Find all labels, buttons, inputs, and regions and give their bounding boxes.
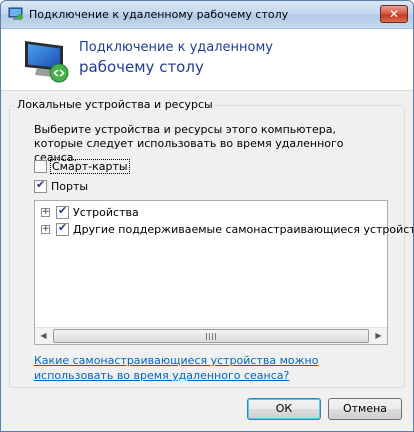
- group-legend: Локальные устройства и ресурсы: [15, 98, 215, 111]
- header-title-line2: рабочему столу: [79, 58, 204, 76]
- expand-icon[interactable]: +: [41, 224, 50, 234]
- scroll-thumb[interactable]: [53, 329, 369, 343]
- scroll-right-icon[interactable]: ▶: [370, 328, 387, 344]
- cancel-button[interactable]: Отмена: [328, 398, 402, 420]
- devices-tree[interactable]: + Устройства + Другие поддерживаемые сам…: [34, 200, 413, 345]
- ok-button[interactable]: ОК: [247, 398, 321, 420]
- tree-item-devices[interactable]: + Устройства: [41, 204, 139, 220]
- help-link[interactable]: Какие самонастраивающиеся устройства мож…: [34, 353, 384, 383]
- smart-cards-checkbox[interactable]: [34, 159, 47, 173]
- horizontal-scrollbar[interactable]: ◀ ▶: [35, 327, 387, 344]
- smart-cards-option[interactable]: Смарт-карты: [34, 158, 130, 174]
- ports-checkbox[interactable]: [34, 178, 47, 193]
- tree-item-other-pnp-devices[interactable]: + Другие поддерживаемые самонастраивающи…: [41, 221, 414, 237]
- remote-desktop-icon: [8, 7, 23, 20]
- window-title: Подключение к удаленному рабочему столу: [29, 8, 289, 21]
- ports-option[interactable]: Порты: [34, 178, 88, 194]
- title-bar[interactable]: Подключение к удаленному рабочему столу …: [1, 1, 413, 29]
- ports-label: Порты: [51, 179, 89, 193]
- tree-item-label: Другие поддерживаемые самонастраивающиес…: [73, 222, 414, 236]
- header-title-line1: Подключение к удаленному: [79, 40, 273, 55]
- tree-item-label: Устройства: [73, 205, 139, 219]
- devices-checkbox[interactable]: [56, 204, 69, 219]
- computer-monitor-icon: [25, 41, 69, 83]
- dialog-header: Подключение к удаленному рабочему столу: [1, 29, 413, 91]
- expand-icon[interactable]: +: [41, 207, 50, 217]
- dialog-window: Подключение к удаленному рабочему столу …: [0, 0, 414, 432]
- smart-cards-label: Смарт-карты: [50, 158, 130, 174]
- grip-icon: [206, 333, 216, 340]
- other-pnp-devices-checkbox[interactable]: [56, 221, 69, 236]
- close-button[interactable]: ✕: [380, 5, 408, 23]
- scroll-left-icon[interactable]: ◀: [35, 328, 52, 344]
